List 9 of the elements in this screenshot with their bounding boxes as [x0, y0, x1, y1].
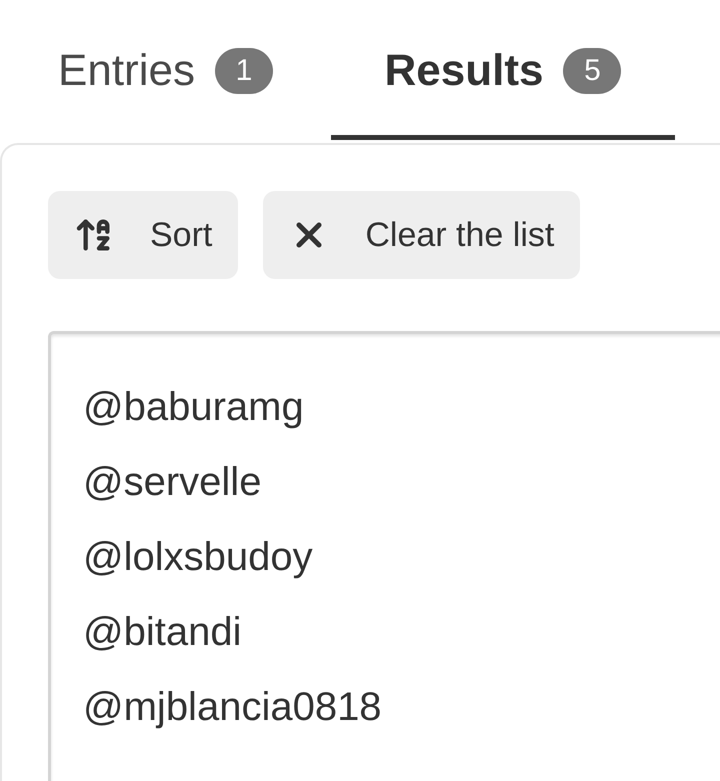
- sort-button[interactable]: Sort: [48, 191, 238, 279]
- tab[interactable]: Entries 1: [0, 0, 331, 140]
- tab-label: Entries: [58, 46, 195, 96]
- tab-label: Results: [384, 46, 544, 96]
- count-badge: 5: [563, 48, 622, 94]
- tab[interactable]: Results 5: [331, 0, 675, 140]
- results-field[interactable]: @baburamg @servelle @lolxsbudoy @bitandi @mjblancia0818: [48, 331, 720, 781]
- clear-button[interactable]: Clear the list: [263, 191, 580, 279]
- count-badge: 1: [214, 48, 273, 94]
